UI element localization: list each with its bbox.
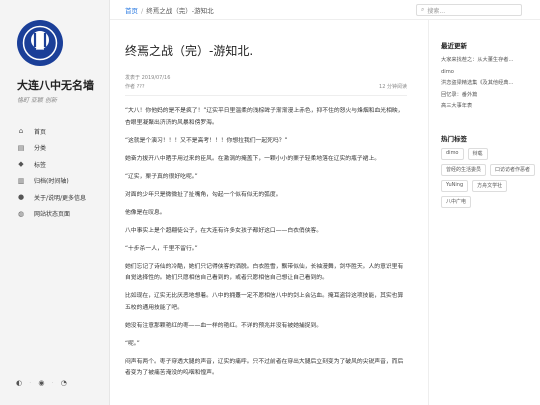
divider: · bbox=[51, 379, 54, 387]
archive-icon: ▥ bbox=[17, 176, 25, 185]
paragraph: 她奋力拔开八中晒手用过来的臣风。在激涡的掩盖下，一颗小小的栗子轻柔地落在辽实的瓶… bbox=[125, 155, 381, 162]
paragraph: “这就是个演习！！！又不是高考！！！你想拉我们一起死吗？” bbox=[125, 137, 288, 144]
paragraph: 对面的少年只是微微扯了扯嘴角，勾起一个似有似无的弧度。 bbox=[125, 191, 282, 198]
breadcrumb-separator: / bbox=[141, 7, 144, 15]
popular-tags-heading: 热门标签 bbox=[441, 134, 467, 143]
divider: · bbox=[29, 379, 32, 387]
tag-chip[interactable]: 曾经的生活委员 bbox=[441, 163, 487, 176]
post-body: “大八！你他妈的是不是疯了！”辽实平日里温柔的浅棕眸子渐渐漫上赤色，抑不住的怒火… bbox=[125, 106, 407, 380]
nav-item-categories[interactable]: ▤ 分类 bbox=[16, 140, 86, 157]
paragraph: 他像是在叹息。 bbox=[125, 209, 166, 216]
user-icon: ● bbox=[17, 193, 25, 202]
site-subtitle: 恪町 亚颖 创新 bbox=[17, 97, 57, 104]
nav-label: 归档(时间轴) bbox=[34, 178, 69, 186]
recent-updates-list: 大家来找茬之：从大董生存者... dimo 洪恋盗梁精选集《及其他经典... 回… bbox=[441, 55, 540, 113]
theme-toggle-icon[interactable]: ◐ bbox=[16, 379, 22, 387]
sidebar-footer: ◐ · ◉ · ◔ bbox=[16, 379, 67, 387]
paragraph: 八中事实上是个超翩徒公子，在大连有许多女孩子都好这口——白衣俏侠客。 bbox=[125, 227, 323, 234]
recent-post-link[interactable]: 大家来找茬之：从大董生存者... bbox=[441, 55, 540, 67]
main-nav: ⌂ 首页 ▤ 分类 ◆ 标签 ▥ 归档(时间轴) ● 关于/说明/更多信息 ◍ 网站状态页面 bbox=[16, 123, 86, 222]
breadcrumb-home-link[interactable]: 首页 bbox=[125, 7, 138, 15]
paragraph: 她没有注意那颗艳红的枣——血一样的艳红。不详的预兆并没有被她捕捉到。 bbox=[125, 322, 323, 329]
tag-chip[interactable]: dimo bbox=[441, 147, 464, 160]
rss-icon[interactable]: ◔ bbox=[61, 379, 67, 387]
nav-label: 网站状态页面 bbox=[34, 211, 71, 219]
tag-chip[interactable]: 方舟文学社 bbox=[472, 179, 508, 192]
post-meta: 作者 ??? 12 分钟阅读 bbox=[125, 83, 407, 90]
tag-chip[interactable]: 辩载 bbox=[467, 147, 488, 160]
paragraph: “大八！你他妈的是不是疯了！”辽实平日里温柔的浅棕眸子渐渐漫上赤色，抑不住的怒火… bbox=[125, 108, 404, 126]
breadcrumb-current: 游知北 bbox=[194, 7, 214, 15]
search-icon: ⌕ bbox=[421, 6, 425, 13]
paragraph: 她们忘记了诗仙的冷酷，她们只记得侠客的洒脱。白衣胜雪，飘带似仙，长袖漫舞，剑华胜… bbox=[125, 263, 404, 282]
right-sidebar: 最近更新 大家来找茬之：从大董生存者... dimo 洪恋盗梁精选集《及其他经典… bbox=[428, 20, 540, 405]
nav-label: 关于/说明/更多信息 bbox=[34, 194, 87, 202]
github-icon[interactable]: ◉ bbox=[38, 379, 44, 387]
post-date: 发表于 2019/07/16 bbox=[125, 75, 171, 81]
paragraph: “呢。” bbox=[125, 340, 140, 347]
tag-icon: ◆ bbox=[18, 160, 24, 169]
nav-label: 首页 bbox=[34, 128, 47, 136]
category-icon: ▤ bbox=[17, 143, 25, 152]
search-input[interactable]: ⌕ 搜索... bbox=[416, 4, 522, 16]
main-content: 终焉之战（完）-游知北. 发表于 2019/07/16 作者 ??? 12 分钟… bbox=[110, 20, 421, 405]
breadcrumb-category[interactable]: 终焉之战（完） bbox=[146, 7, 192, 15]
paragraph: 闷声有两个。枣子穿透大腿的声音，辽实的痛呼。只不过前者在穿出大腿后立刻变为了破风… bbox=[125, 358, 404, 377]
sidebar: 大连八中无名墙 恪町 亚颖 创新 ⌂ 首页 ▤ 分类 ◆ 标签 ▥ 归档(时间轴) ● 关… bbox=[0, 0, 110, 405]
tag-chip[interactable]: 口访访者作恶者 bbox=[490, 163, 536, 176]
paragraph: “十步杀一人，千里不留行。” bbox=[125, 245, 198, 252]
globe-icon: ◍ bbox=[17, 209, 25, 218]
tag-chip[interactable]: 八中广电 bbox=[441, 195, 472, 208]
post-author: 作者 ??? bbox=[125, 84, 145, 90]
nav-item-archive[interactable]: ▥ 归档(时间轴) bbox=[16, 173, 86, 190]
recent-post-link[interactable]: 洪恋盗梁精选集《及其他经典... bbox=[441, 78, 540, 90]
divider bbox=[125, 95, 407, 96]
site-title[interactable]: 大连八中无名墙 bbox=[17, 77, 94, 93]
home-icon: ⌂ bbox=[18, 127, 24, 136]
nav-item-tags[interactable]: ◆ 标签 bbox=[16, 156, 86, 173]
tag-cloud: dimo 辩载 曾经的生活委员 口访访者作恶者 YuNing 方舟文学社 八中广… bbox=[441, 147, 536, 208]
recent-post-link[interactable]: 高三大事年表 bbox=[441, 101, 540, 113]
nav-label: 标签 bbox=[34, 161, 47, 169]
recent-updates-heading: 最近更新 bbox=[441, 42, 467, 50]
post-read-time: 12 分钟阅读 bbox=[379, 84, 407, 90]
paragraph: “辽实，栗子真的很好吃呢。” bbox=[125, 173, 198, 180]
nav-item-home[interactable]: ⌂ 首页 bbox=[16, 123, 86, 140]
paragraph: 比如现在，辽实无比厌恶地想着。八中的拥躉一定不愿相信八中的剑上会沾血。掩耳盗铃这… bbox=[125, 293, 404, 311]
breadcrumb: 首页 / 终焉之战（完）-游知北 bbox=[125, 5, 214, 15]
recent-post-link[interactable]: dimo bbox=[441, 67, 540, 79]
nav-label: 分类 bbox=[34, 145, 47, 153]
top-bar: 首页 / 终焉之战（完）-游知北 ⌕ 搜索... bbox=[110, 0, 540, 20]
recent-post-link[interactable]: 回忆录：番外篇 bbox=[441, 90, 540, 102]
nav-item-about[interactable]: ● 关于/说明/更多信息 bbox=[16, 189, 86, 206]
search-placeholder: 搜索... bbox=[427, 7, 446, 15]
school-logo[interactable] bbox=[17, 20, 63, 66]
post-title: 终焉之战（完）-游知北. bbox=[125, 44, 254, 58]
tag-chip[interactable]: YuNing bbox=[441, 179, 469, 192]
nav-item-status[interactable]: ◍ 网站状态页面 bbox=[16, 206, 86, 223]
